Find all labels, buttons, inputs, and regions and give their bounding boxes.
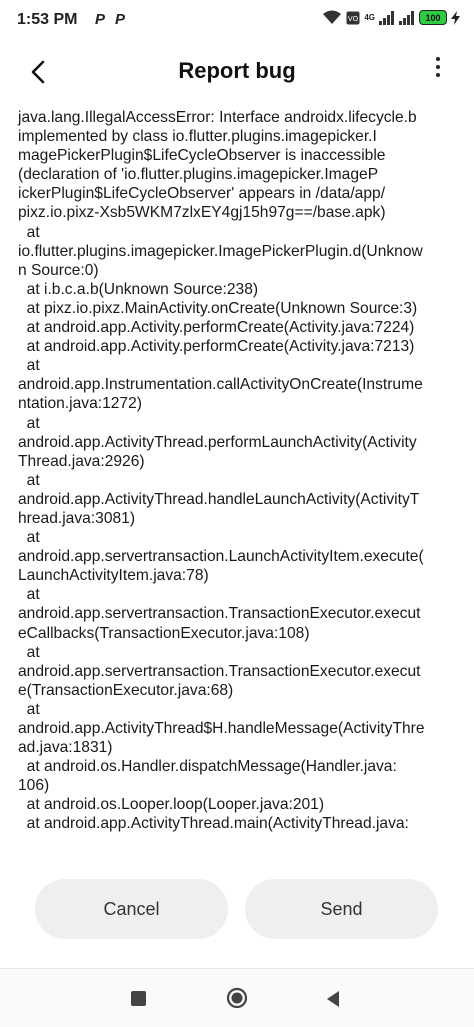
battery-icon: 100 [419,10,447,25]
page-title: Report bug [178,58,296,83]
app-bar: Report bug [0,48,474,96]
system-nav-bar [0,969,474,1027]
status-icons: VO 4G 100 [322,10,460,25]
send-button[interactable]: Send [245,879,438,939]
status-bar: 1:53 PM P P VO 4G 100 [0,0,474,42]
home-icon[interactable] [226,987,248,1009]
charging-bolt-icon [451,10,460,25]
volte-icon: VO [346,11,360,24]
signal-icon [379,10,394,25]
wifi-icon [323,10,342,24]
recents-icon[interactable] [131,991,146,1006]
network-type-label: 4G [364,12,375,22]
error-stacktrace: java.lang.IllegalAccessError: Interface … [18,109,425,833]
back-triangle-icon[interactable] [325,990,341,1008]
more-options-button[interactable] [428,52,448,82]
svg-text:VO: VO [348,15,359,23]
cancel-button[interactable]: Cancel [35,879,228,939]
signal-icon [399,10,414,25]
notification-p-icon: P [95,11,106,28]
status-time: 1:53 PM [17,11,78,28]
notification-p-icon: P [115,11,126,28]
more-vert-icon [436,57,440,61]
